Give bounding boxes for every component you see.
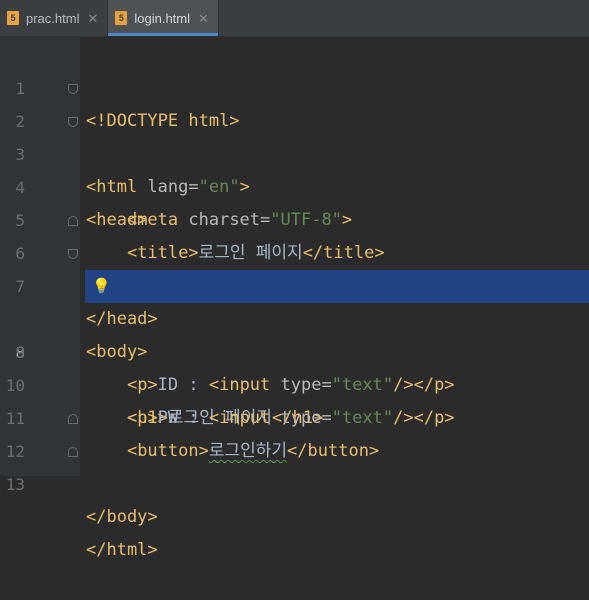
- code-line[interactable]: 6 </head>: [0, 204, 589, 329]
- code-line[interactable]: 10 <p>PW : <input type="text"/></p>: [0, 336, 589, 428]
- current-code-line[interactable]: 8 💡 <h1>로그인 페이지</h1>: [0, 270, 589, 428]
- code-area[interactable]: 1 <!DOCTYPE html> 2 <html lang="en"> 3 <…: [0, 39, 589, 560]
- code-line[interactable]: 11 <button>로그인하기</button>: [0, 369, 589, 461]
- html-close-tag: </html>: [86, 540, 158, 560]
- fold-open-icon[interactable]: [68, 249, 78, 259]
- close-icon[interactable]: ✕: [198, 12, 209, 25]
- fold-close-icon[interactable]: [68, 447, 78, 457]
- close-icon[interactable]: ✕: [87, 12, 98, 25]
- html-file-icon: 5: [7, 11, 19, 25]
- code-line[interactable]: 5 <title>로그인 페이지</title>: [0, 171, 589, 263]
- fold-open-icon[interactable]: [68, 84, 78, 94]
- fold-close-icon[interactable]: [68, 414, 78, 424]
- tab-prac-html[interactable]: 5 prac.html ✕: [0, 0, 109, 36]
- lightbulb-icon[interactable]: 💡: [92, 270, 111, 303]
- body-close-tag: </body>: [86, 507, 158, 527]
- line-number: 13: [5, 475, 25, 494]
- current-line-highlight: [85, 270, 589, 303]
- code-text[interactable]: </html>: [86, 534, 158, 567]
- tab-label: prac.html: [26, 10, 80, 26]
- code-line[interactable]: 3 <head>: [0, 105, 589, 230]
- code-line[interactable]: 12 </body>: [0, 402, 589, 527]
- code-text[interactable]: </body>: [86, 501, 158, 534]
- code-line[interactable]: 7 <body>: [0, 237, 589, 362]
- code-line[interactable]: 1 <!DOCTYPE html>: [0, 39, 589, 131]
- code-line[interactable]: 9 <p>ID : <input type="text"/></p>: [0, 303, 589, 395]
- code-line[interactable]: 13 </html>: [0, 435, 589, 560]
- tab-label: login.html: [134, 10, 191, 26]
- html-file-icon: 5: [115, 11, 128, 25]
- tab-login-html[interactable]: 5 login.html ✕: [108, 0, 219, 36]
- fold-close-icon[interactable]: [68, 216, 78, 226]
- code-line[interactable]: 4 <meta charset="UTF-8">: [0, 138, 589, 230]
- fold-open-icon[interactable]: [68, 117, 78, 127]
- code-line[interactable]: 2 <html lang="en">: [0, 72, 589, 197]
- editor-tab-bar: 5 prac.html ✕ 5 login.html ✕: [0, 0, 589, 37]
